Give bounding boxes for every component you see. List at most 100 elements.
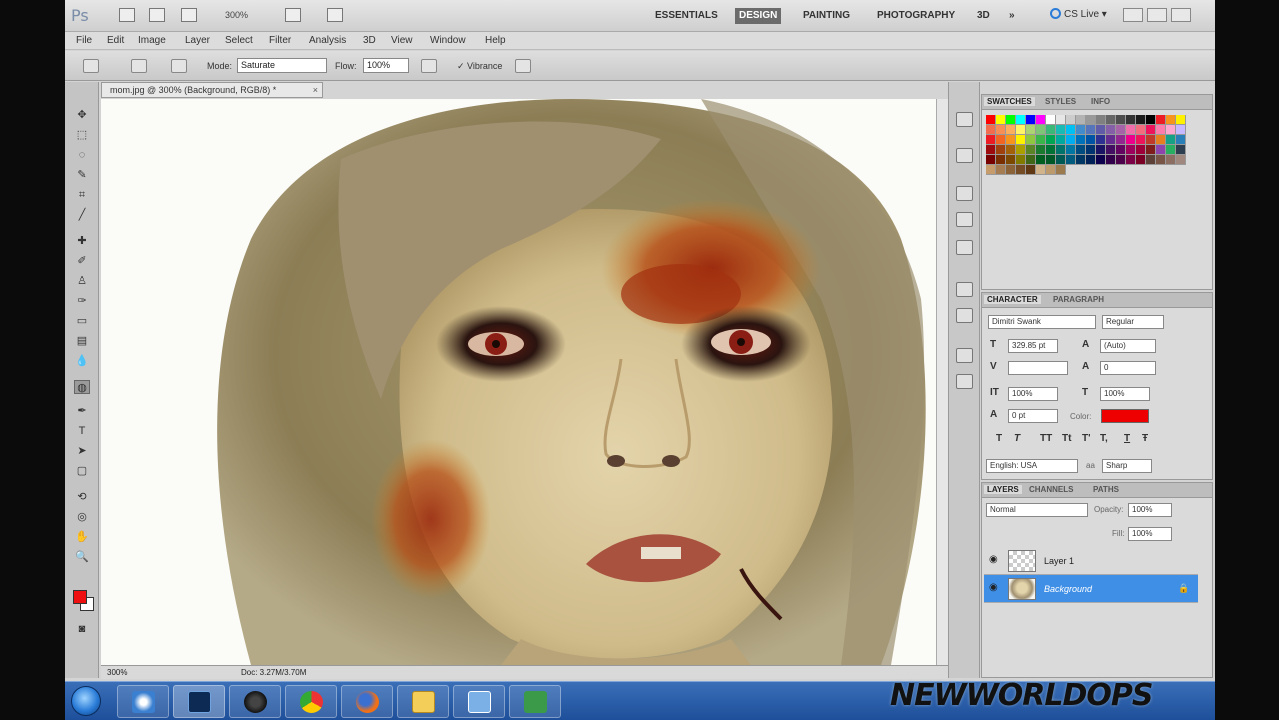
swatch[interactable] (1066, 115, 1076, 125)
swatch[interactable] (1046, 125, 1056, 135)
tab-swatches[interactable]: SWATCHES (984, 97, 1035, 106)
swatch[interactable] (1056, 135, 1066, 145)
airbrush-icon[interactable] (421, 59, 437, 73)
arrange-documents-icon[interactable] (285, 8, 301, 22)
taskbar-webcam[interactable] (229, 685, 281, 718)
swatch[interactable] (1026, 115, 1036, 125)
swatch[interactable] (1016, 125, 1026, 135)
mini-bridge-icon[interactable] (149, 8, 165, 22)
swatch[interactable] (1026, 125, 1036, 135)
swatch[interactable] (986, 115, 996, 125)
brush-tool-icon[interactable]: ✐ (74, 254, 90, 268)
minimize-button[interactable] (1123, 8, 1143, 22)
masks-panel-icon[interactable] (956, 308, 973, 323)
swatch[interactable] (1036, 125, 1046, 135)
swatch[interactable] (1156, 125, 1166, 135)
type-tool-icon[interactable]: T (74, 424, 90, 438)
horizontal-scale-field[interactable]: 100% (1100, 387, 1150, 401)
swatch[interactable] (1066, 145, 1076, 155)
swatch[interactable] (1086, 115, 1096, 125)
view-extras-icon[interactable] (181, 8, 197, 22)
swatch[interactable] (996, 125, 1006, 135)
swatch[interactable] (1096, 155, 1106, 165)
menu-filter[interactable]: Filter (269, 35, 291, 46)
swatch[interactable] (1086, 135, 1096, 145)
menu-layer[interactable]: Layer (185, 35, 210, 46)
opacity-field[interactable]: 100% (1128, 503, 1172, 517)
taskbar-screen-capture[interactable] (453, 685, 505, 718)
swatch[interactable] (1056, 125, 1066, 135)
swatch[interactable] (1026, 135, 1036, 145)
pen-tool-icon[interactable]: ✒ (74, 404, 90, 418)
swatch[interactable] (996, 145, 1006, 155)
swatch[interactable] (1086, 155, 1096, 165)
swatch[interactable] (1156, 135, 1166, 145)
layer-row-layer-1[interactable]: ◉ Layer 1 (984, 547, 1198, 575)
swatch[interactable] (1176, 125, 1186, 135)
shape-tool-icon[interactable]: ▢ (74, 464, 90, 478)
3d-orbit-tool-icon[interactable]: ◎ (74, 510, 90, 524)
mode-dropdown[interactable]: Saturate (237, 58, 327, 73)
menu-view[interactable]: View (391, 35, 413, 46)
gradient-tool-icon[interactable]: ▤ (74, 334, 90, 348)
language-dropdown[interactable]: English: USA (986, 459, 1078, 473)
swatch[interactable] (1086, 125, 1096, 135)
workspace-3d[interactable]: 3D (973, 8, 994, 24)
font-size-field[interactable]: 329.85 pt (1008, 339, 1058, 353)
font-style-dropdown[interactable]: Regular (1102, 315, 1164, 329)
swatch[interactable] (1036, 115, 1046, 125)
swatch[interactable] (1106, 155, 1116, 165)
swatch[interactable] (1006, 115, 1016, 125)
swatch[interactable] (1046, 145, 1056, 155)
foreground-color-swatch[interactable] (73, 590, 87, 604)
menu-help[interactable]: Help (485, 35, 506, 46)
tab-paragraph[interactable]: PARAGRAPH (1050, 295, 1107, 304)
restore-button[interactable] (1147, 8, 1167, 22)
subscript-button[interactable]: T, (1100, 433, 1108, 444)
workspace-painting[interactable]: PAINTING (799, 8, 854, 24)
menu-analysis[interactable]: Analysis (309, 35, 346, 46)
vibrance-checkbox[interactable]: ✓ Vibrance (457, 61, 502, 72)
swatch[interactable] (1016, 135, 1026, 145)
blend-mode-dropdown[interactable]: Normal (986, 503, 1088, 517)
tab-channels[interactable]: CHANNELS (1026, 485, 1076, 494)
swatch[interactable] (1106, 145, 1116, 155)
tool-preset-picker-icon[interactable] (83, 59, 99, 73)
swatch[interactable] (1006, 125, 1016, 135)
swatch[interactable] (1166, 125, 1176, 135)
swatch[interactable] (986, 135, 996, 145)
swatch[interactable] (1126, 145, 1136, 155)
swatch[interactable] (1066, 135, 1076, 145)
swatch[interactable] (1146, 135, 1156, 145)
document-canvas[interactable] (101, 99, 936, 665)
tab-paths[interactable]: PATHS (1090, 485, 1122, 494)
brush-presets-panel-icon[interactable] (956, 240, 973, 255)
swatch[interactable] (1036, 145, 1046, 155)
swatch[interactable] (1056, 115, 1066, 125)
swatch[interactable] (1036, 155, 1046, 165)
swatch[interactable] (1016, 145, 1026, 155)
swatch[interactable] (986, 125, 996, 135)
swatch[interactable] (1096, 145, 1106, 155)
swatch[interactable] (1096, 125, 1106, 135)
swatch[interactable] (1116, 145, 1126, 155)
strikethrough-button[interactable]: Ŧ (1142, 433, 1148, 444)
all-caps-button[interactable]: TT (1040, 433, 1052, 444)
navigator-panel-icon[interactable] (956, 186, 973, 201)
swatch[interactable] (1006, 165, 1016, 175)
swatch[interactable] (1166, 115, 1176, 125)
swatch[interactable] (1006, 145, 1016, 155)
menu-edit[interactable]: Edit (107, 35, 124, 46)
swatch[interactable] (1116, 155, 1126, 165)
quick-selection-tool-icon[interactable]: ✎ (74, 168, 90, 182)
swatch[interactable] (1026, 145, 1036, 155)
actions-panel-icon[interactable] (956, 148, 973, 163)
swatch[interactable] (1056, 155, 1066, 165)
swatch[interactable] (1166, 155, 1176, 165)
vertical-scale-field[interactable]: 100% (1008, 387, 1058, 401)
swatch[interactable] (1126, 115, 1136, 125)
swatch[interactable] (1026, 155, 1036, 165)
history-brush-tool-icon[interactable]: ✑ (74, 294, 90, 308)
status-zoom-field[interactable]: 300% (107, 668, 127, 677)
history-panel-icon[interactable] (956, 112, 973, 127)
